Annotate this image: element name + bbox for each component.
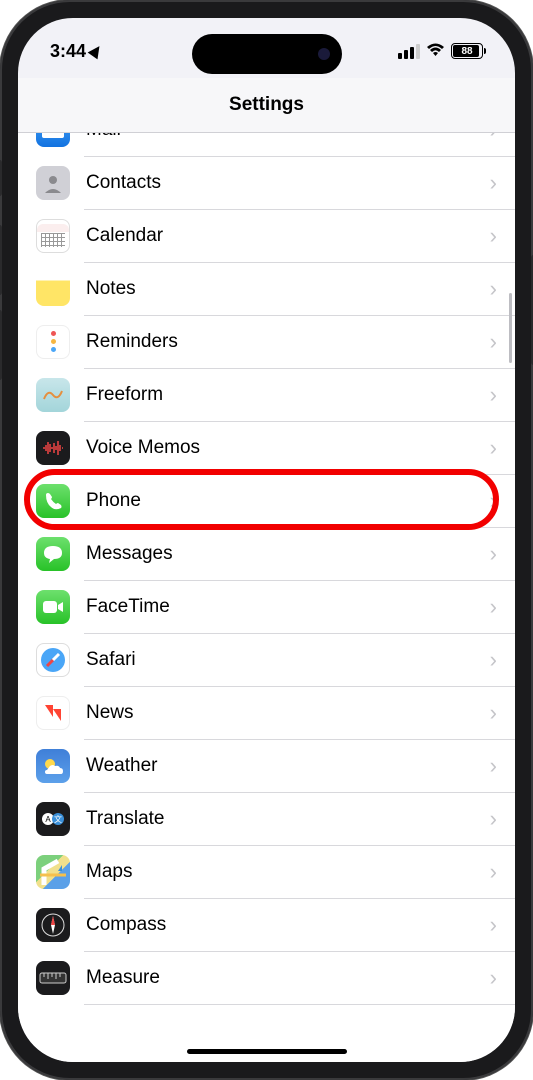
location-icon — [88, 43, 105, 60]
row-label: Notes — [70, 278, 490, 300]
settings-row-translate[interactable]: A文 Translate › — [18, 792, 515, 845]
settings-row-phone[interactable]: Phone › — [18, 474, 515, 527]
settings-row-weather[interactable]: Weather › — [18, 739, 515, 792]
settings-row-safari[interactable]: Safari › — [18, 633, 515, 686]
notes-icon — [36, 272, 70, 306]
settings-row-reminders[interactable]: Reminders › — [18, 315, 515, 368]
compass-icon — [36, 908, 70, 942]
row-label: Reminders — [70, 331, 490, 353]
phone-icon — [36, 484, 70, 518]
settings-row-news[interactable]: News › — [18, 686, 515, 739]
row-label: Compass — [70, 914, 490, 936]
row-label: Phone — [70, 490, 490, 512]
row-label: Weather — [70, 755, 490, 777]
row-label: Voice Memos — [70, 437, 490, 459]
battery-icon: 88 — [451, 43, 483, 59]
settings-row-compass[interactable]: Compass › — [18, 898, 515, 951]
screen: 3:44 88 Settings — [18, 18, 515, 1062]
settings-row-voice-memos[interactable]: Voice Memos › — [18, 421, 515, 474]
contacts-icon — [36, 166, 70, 200]
reminders-icon — [36, 325, 70, 359]
row-label: Translate — [70, 808, 490, 830]
chevron-right-icon: › — [490, 965, 515, 991]
page-title: Settings — [229, 94, 304, 116]
row-label: Freeform — [70, 384, 490, 406]
wifi-icon — [426, 41, 445, 62]
chevron-right-icon: › — [490, 435, 515, 461]
cellular-signal-icon — [398, 44, 420, 59]
chevron-right-icon: › — [490, 912, 515, 938]
phone-frame: 3:44 88 Settings — [0, 0, 533, 1080]
row-label: News — [70, 702, 490, 724]
settings-row-facetime[interactable]: FaceTime › — [18, 580, 515, 633]
battery-percent: 88 — [461, 46, 472, 57]
chevron-right-icon: › — [490, 859, 515, 885]
chevron-right-icon: › — [490, 700, 515, 726]
settings-row-measure[interactable]: Measure › — [18, 951, 515, 1004]
nav-header: Settings — [18, 78, 515, 133]
translate-icon: A文 — [36, 802, 70, 836]
measure-icon — [36, 961, 70, 995]
calendar-icon — [36, 219, 70, 253]
home-indicator[interactable] — [187, 1049, 347, 1054]
facetime-icon — [36, 590, 70, 624]
weather-icon — [36, 749, 70, 783]
chevron-right-icon: › — [490, 753, 515, 779]
chevron-right-icon: › — [490, 133, 515, 143]
settings-row-notes[interactable]: Notes › — [18, 262, 515, 315]
row-label: Safari — [70, 649, 490, 671]
freeform-icon — [36, 378, 70, 412]
settings-row-freeform[interactable]: Freeform › — [18, 368, 515, 421]
settings-row-calendar[interactable]: Calendar › — [18, 209, 515, 262]
settings-row-maps[interactable]: Maps › — [18, 845, 515, 898]
voice-memos-icon — [36, 431, 70, 465]
scroll-indicator — [509, 293, 512, 363]
volume-up-button — [0, 225, 2, 295]
chevron-right-icon: › — [490, 806, 515, 832]
chevron-right-icon: › — [490, 382, 515, 408]
row-label: Contacts — [70, 172, 490, 194]
settings-row-mail[interactable]: Mail › — [18, 133, 515, 156]
status-time: 3:44 — [50, 41, 86, 62]
settings-list-viewport[interactable]: Mail › Contacts › — [18, 133, 515, 1062]
chevron-right-icon: › — [490, 170, 515, 196]
chevron-right-icon: › — [490, 594, 515, 620]
row-label: Calendar — [70, 225, 490, 247]
svg-text:A: A — [45, 815, 51, 824]
chevron-right-icon: › — [490, 488, 515, 514]
row-label: Mail — [70, 133, 490, 141]
mail-icon — [36, 133, 70, 147]
settings-row-messages[interactable]: Messages › — [18, 527, 515, 580]
chevron-right-icon: › — [490, 223, 515, 249]
messages-icon — [36, 537, 70, 571]
news-icon — [36, 696, 70, 730]
svg-text:文: 文 — [54, 814, 62, 824]
mute-switch — [0, 160, 2, 196]
row-label: Maps — [70, 861, 490, 883]
row-label: FaceTime — [70, 596, 490, 618]
dynamic-island — [192, 34, 342, 74]
chevron-right-icon: › — [490, 541, 515, 567]
settings-row-contacts[interactable]: Contacts › — [18, 156, 515, 209]
settings-list: Mail › Contacts › — [18, 133, 515, 1004]
maps-icon — [36, 855, 70, 889]
safari-icon — [36, 643, 70, 677]
volume-down-button — [0, 310, 2, 380]
row-label: Measure — [70, 967, 490, 989]
chevron-right-icon: › — [490, 647, 515, 673]
row-label: Messages — [70, 543, 490, 565]
